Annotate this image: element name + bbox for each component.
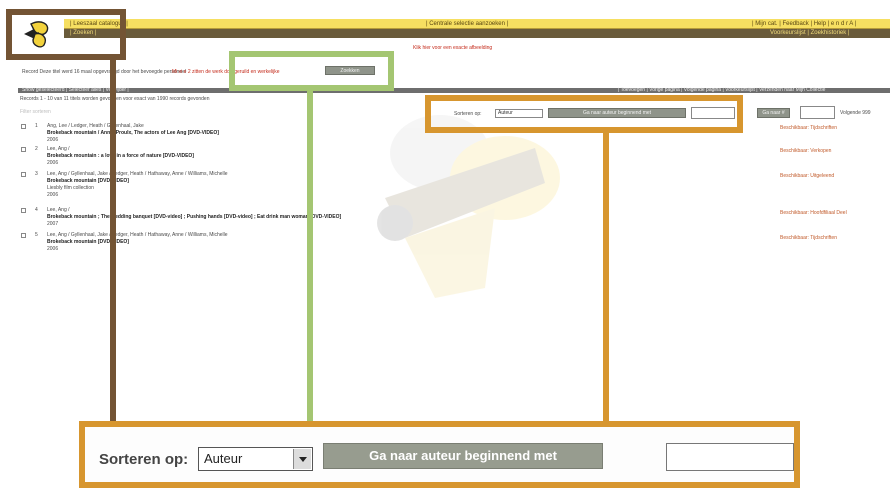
- result-info-highlight: Mi vi e 2 zitten de werk doorgeruild en …: [172, 69, 280, 75]
- result-author[interactable]: Lee, Ang / Gyllenhaal, Jake / Ledger, He…: [47, 232, 228, 238]
- result-author[interactable]: Lee, Ang / Gyllenhaal, Jake / Ledger, He…: [47, 171, 228, 177]
- result-number: 3: [35, 171, 38, 177]
- sort-select-small-value: Auteur: [498, 110, 513, 116]
- sort-zoom-panel: Sorteren op: Auteur Ga naar auteur begin…: [79, 421, 800, 488]
- menu-favorites-link[interactable]: Voorkeurslijst | Zoekhistoriek |: [770, 29, 849, 37]
- sort-select[interactable]: Auteur: [198, 447, 313, 471]
- bee-logo-icon[interactable]: [14, 16, 60, 52]
- list-actions[interactable]: | Toevoegen | Vorige pagina | Volgende p…: [618, 87, 825, 93]
- result-availability[interactable]: Beschikbaar: Uitgeleend: [780, 173, 834, 179]
- result-title[interactable]: Brokeback mountain : a love in a force o…: [47, 153, 194, 159]
- result-author[interactable]: Lee, Ang /: [47, 207, 70, 213]
- result-year: 2006: [47, 246, 59, 252]
- page-jump-button[interactable]: Ga naar #: [757, 108, 790, 118]
- logo-connector-line: [110, 58, 116, 423]
- result-number: 5: [35, 232, 38, 238]
- sort-label: Sorteren op:: [99, 451, 189, 468]
- result-number: 2: [35, 146, 38, 152]
- result-author[interactable]: Lee, Ang /: [47, 146, 70, 152]
- chevron-down-icon[interactable]: [293, 449, 311, 469]
- notice-text[interactable]: Klik hier voor een exacte afbeelding: [413, 45, 492, 51]
- page-jump-input[interactable]: [800, 106, 835, 119]
- result-checkbox[interactable]: [21, 208, 26, 213]
- sub-menu-bar: | Zoeken | Voorkeurslijst | Zoekhistorie…: [64, 29, 890, 38]
- sort-label-small: Sorteren op:: [454, 111, 482, 117]
- result-checkbox[interactable]: [21, 147, 26, 152]
- result-title[interactable]: Brokeback mountain / Annie Proulx, The a…: [47, 130, 219, 136]
- result-year: 2006: [47, 160, 59, 166]
- result-series: Liesbly film collection: [47, 185, 94, 191]
- result-number: 4: [35, 207, 38, 213]
- go-to-author-button[interactable]: Ga naar auteur beginnend met: [323, 443, 603, 469]
- result-availability[interactable]: Beschikbaar: Hoofdfiliaal Deel: [780, 210, 847, 216]
- result-checkbox[interactable]: [21, 233, 26, 238]
- sort-connector-line: [603, 131, 609, 423]
- search-connector-line: [307, 89, 313, 423]
- result-title[interactable]: Brokeback mountain [DVD-VIDEO]: [47, 239, 129, 245]
- result-number: 1: [35, 123, 38, 129]
- result-year: 2007: [47, 221, 59, 227]
- result-author[interactable]: Ang, Lee / Ledger, Heath / Gyllenhaal, J…: [47, 123, 144, 129]
- result-year: 2006: [47, 137, 59, 143]
- top-navigation: | Leeszaal catalogus | | Centrale select…: [64, 19, 890, 42]
- result-availability[interactable]: Beschikbaar: Verkopen: [780, 148, 831, 154]
- result-info-text: Record Deze titel werd 16 maal opgevraag…: [22, 69, 186, 75]
- result-action-bar: Show geselecteerd | Selecteer alles | Ve…: [18, 87, 890, 93]
- main-menu-bar: | Leeszaal catalogus | | Centrale select…: [64, 19, 890, 29]
- menu-catalogue-link[interactable]: | Leeszaal catalogus |: [70, 20, 128, 28]
- sort-select-small[interactable]: Auteur: [495, 109, 543, 118]
- sort-select-value: Auteur: [204, 451, 243, 466]
- page-jump-label: Volgende 999: [840, 110, 871, 116]
- menu-user-links[interactable]: | Mijn cat. | Feedback | Help | e n d r …: [752, 20, 856, 28]
- result-checkbox[interactable]: [21, 172, 26, 177]
- menu-search-link[interactable]: | Zoeken |: [70, 29, 96, 37]
- menu-central-selection-link[interactable]: | Centrale selectie aanzoeken |: [426, 20, 508, 28]
- author-start-input[interactable]: [666, 443, 794, 471]
- search-button[interactable]: Zoekken: [325, 66, 375, 75]
- result-availability[interactable]: Beschikbaar: Tijdschriften: [780, 125, 837, 131]
- result-year: 2006: [47, 192, 59, 198]
- result-title[interactable]: Brokeback mountain ; The wedding banquet…: [47, 214, 341, 220]
- result-title[interactable]: Brokeback mountain [DVD-VIDEO]: [47, 178, 129, 184]
- author-start-input-small[interactable]: [691, 107, 735, 119]
- bee-watermark-icon: [377, 115, 560, 298]
- filter-caption: Filter sorteren: [20, 109, 51, 115]
- result-checkbox[interactable]: [21, 124, 26, 129]
- go-to-author-button-small[interactable]: Ga naar auteur beginnend met: [548, 108, 686, 118]
- result-availability[interactable]: Beschikbaar: Tijdschriften: [780, 235, 837, 241]
